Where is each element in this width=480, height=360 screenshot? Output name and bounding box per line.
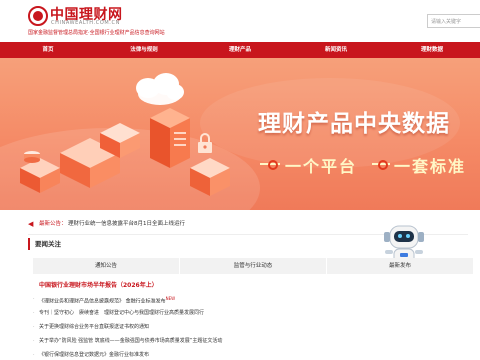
main-nav: 首页 法律与规则 理财产品 新闻资讯 理财数据	[0, 42, 480, 58]
nav-item-laws[interactable]: 法律与规则	[96, 42, 192, 58]
logo-domain: CHINAWEALTH.COM.CN	[51, 20, 120, 26]
notice-link[interactable]: 理财行业统一信息披露平台8月1日全面上线运行	[68, 217, 185, 231]
isometric-illustration	[20, 73, 230, 196]
cloud-icon	[136, 73, 184, 105]
list-item[interactable]: 《银行保理财信息登记数据元》金融行业标准发布	[33, 348, 333, 360]
banner-title: 理财产品中央数据	[258, 111, 450, 137]
banner-slogan-standard: 一套标准	[394, 157, 467, 176]
latest-releases-panel	[341, 282, 480, 360]
notice-label: 最新公告：	[39, 221, 67, 227]
list-item[interactable]: 关于更换理财综合业务平台直联报送证书权的通知	[33, 320, 333, 334]
tab-announcements[interactable]: 通知公告	[33, 258, 179, 274]
nav-item-home[interactable]: 首页	[0, 42, 96, 58]
megaphone-icon: ◀	[28, 220, 34, 228]
list-item-text: 《银行保理财信息登记数据元》金融行业标准发布	[39, 352, 150, 358]
site-subtitle: 国家金融监督管理总局指定·全国银行业理财产品信息查询网站	[28, 30, 165, 36]
section-title: 要闻关注	[28, 238, 61, 250]
news-tabs: 通知公告 监管与行业动态 最新发布	[33, 258, 473, 274]
list-item-text: 关于举办“防风险 强监管 筑底线——金融强国与债券市场高质量发展”主题征文活动	[39, 338, 223, 344]
lock-icon	[198, 133, 212, 153]
banner-slogan-platform: 一个平台	[285, 157, 358, 176]
news-list: 中国银行业理财市场半年报告（2026年上） 《理财业务和理财产品信息披露规范》 …	[33, 279, 333, 360]
tab-regulatory-news[interactable]: 监管与行业动态	[180, 258, 326, 274]
search-input[interactable]: 请输入关键字	[427, 14, 480, 28]
swirl-icon	[378, 160, 388, 170]
server-icon	[150, 108, 190, 168]
list-item[interactable]: 专刊｜坚守初心 赓续奋进 理财登记中心与我国理财行业高质量发展同行	[33, 306, 333, 320]
site-header: 中国理财网 CHINAWEALTH.COM.CN 国家金融监督管理总局指定·全国…	[0, 0, 480, 42]
swirl-icon	[268, 160, 278, 170]
list-item[interactable]: 《理财业务和理财产品信息披露规范》 金融行业标准发布NEW	[33, 292, 333, 306]
list-item-text: 《理财业务和理财产品信息披露规范》 金融行业标准发布	[39, 298, 166, 305]
nav-item-data[interactable]: 理财数据	[384, 42, 480, 58]
list-item[interactable]: 关于举办“防风险 强监管 筑底线——金融强国与债券市场高质量发展”主题征文活动	[33, 334, 333, 348]
tab-latest-releases[interactable]: 最新发布	[327, 258, 473, 274]
featured-headline[interactable]: 中国银行业理财市场半年报告（2026年上）	[33, 279, 333, 292]
data-blocks	[20, 123, 230, 196]
nav-item-news[interactable]: 新闻资讯	[288, 42, 384, 58]
logo-icon[interactable]	[28, 6, 48, 26]
nav-item-products[interactable]: 理财产品	[192, 42, 288, 58]
hero-banner[interactable]: 理财产品中央数据 一个平台 一套标准	[0, 58, 480, 210]
coin-stack-icon	[24, 151, 40, 163]
list-item-text: 专刊｜坚守初心 赓续奋进 理财登记中心与我国理财行业高质量发展同行	[39, 310, 205, 316]
list-item-text: 关于更换理财综合业务平台直联报送证书权的通知	[39, 324, 150, 330]
new-badge: NEW	[165, 296, 176, 301]
